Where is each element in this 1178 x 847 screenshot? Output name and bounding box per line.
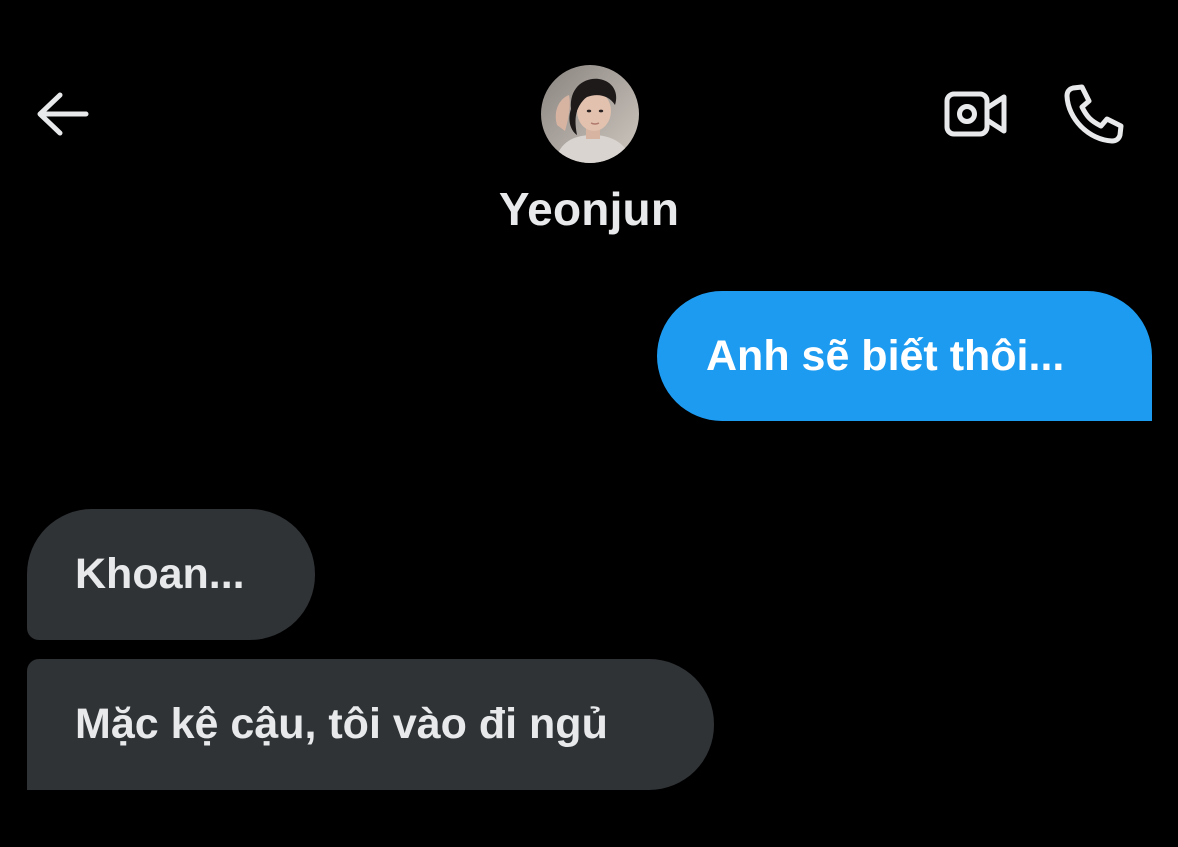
message-bubble-received[interactable]: Mặc kệ cậu, tôi vào đi ngủ: [27, 659, 714, 790]
phone-icon: [1064, 84, 1124, 144]
voice-call-button[interactable]: [1056, 78, 1132, 150]
avatar[interactable]: [541, 65, 639, 163]
contact-name[interactable]: Yeonjun: [389, 182, 789, 236]
message-bubble-received[interactable]: Khoan...: [27, 509, 315, 640]
arrow-left-icon: [37, 92, 89, 136]
message-text: Khoan...: [75, 550, 245, 598]
video-camera-icon: [944, 91, 1007, 137]
back-button[interactable]: [28, 80, 96, 148]
avatar-image: [541, 65, 639, 163]
message-text: Mặc kệ cậu, tôi vào đi ngủ: [75, 700, 608, 748]
message-bubble-sent[interactable]: Anh sẽ biết thôi...: [657, 291, 1152, 421]
message-text: Anh sẽ biết thôi...: [706, 331, 1065, 380]
video-call-button[interactable]: [936, 80, 1016, 148]
